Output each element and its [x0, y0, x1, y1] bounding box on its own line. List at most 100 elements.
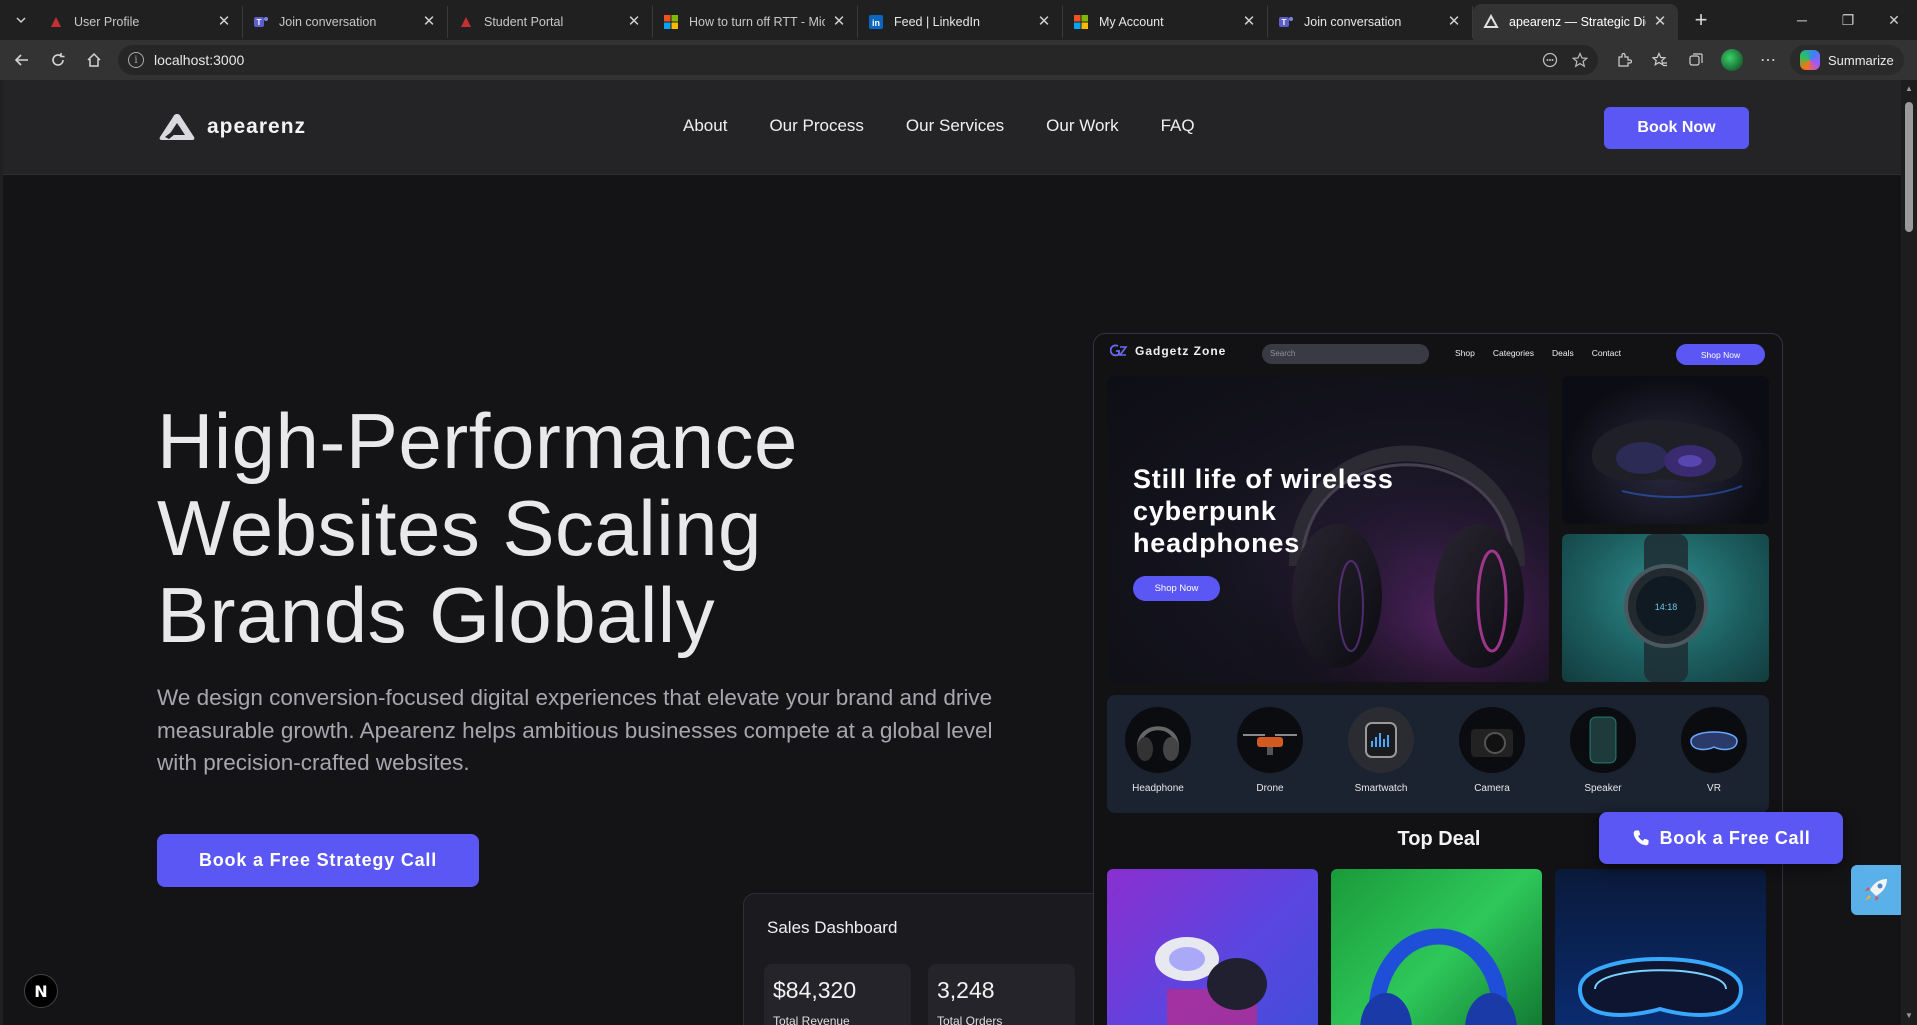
reading-mode-icon[interactable] — [1542, 52, 1558, 68]
stat-value: 3,248 — [937, 977, 995, 1003]
category-label: Speaker — [1584, 783, 1622, 794]
more-options-icon[interactable]: ⋯ — [1752, 44, 1784, 76]
back-button[interactable] — [4, 44, 40, 76]
category-label: Drone — [1256, 783, 1284, 794]
browser-tab-bar: User Profile ✕ T Join conversation ✕ Stu… — [0, 0, 1917, 40]
svg-text:T: T — [1282, 18, 1287, 27]
url-text: localhost:3000 — [154, 52, 245, 68]
stat-card: 3,248 Total Orders — [928, 964, 1075, 1025]
minimize-icon[interactable]: ─ — [1779, 0, 1825, 40]
browser-tab[interactable]: How to turn off RTT - Micros ✕ — [653, 6, 858, 38]
tab-label: User Profile — [74, 15, 140, 29]
nav-link-our-work[interactable]: Our Work — [1046, 116, 1118, 136]
category-item: VR — [1678, 707, 1750, 794]
tab-label: How to turn off RTT - Micros — [689, 15, 825, 29]
browser-tab[interactable]: in Feed | LinkedIn ✕ — [858, 6, 1063, 38]
green-headphones-deal-image — [1331, 869, 1542, 1025]
nav-link-about[interactable]: About — [683, 116, 727, 136]
mockup-categories: Headphone Drone Smartwatch Camera Speake… — [1107, 695, 1769, 813]
microsoft-icon — [1073, 14, 1089, 30]
close-tab-icon[interactable]: ✕ — [626, 14, 642, 30]
mockup-link: Deals — [1551, 348, 1574, 358]
phone-icon — [1633, 830, 1649, 846]
book-now-button[interactable]: Book Now — [1604, 107, 1749, 149]
category-label: Smartwatch — [1354, 783, 1408, 794]
summarize-button[interactable]: Summarize — [1790, 45, 1904, 75]
profile-avatar[interactable] — [1716, 44, 1748, 76]
browser-tab-active[interactable]: apearenz — Strategic Digital ✕ — [1473, 4, 1678, 40]
sales-dashboard-card: Sales Dashboard $84,320 Total Revenue 3,… — [743, 893, 1103, 1025]
nav-link-our-services[interactable]: Our Services — [906, 116, 1004, 136]
close-tab-icon[interactable]: ✕ — [1652, 14, 1668, 30]
smartwatch-image: 14:18 — [1562, 534, 1769, 682]
close-tab-icon[interactable]: ✕ — [831, 14, 847, 30]
new-tab-button[interactable]: + — [1684, 3, 1718, 37]
browser-tab[interactable]: User Profile ✕ — [38, 6, 243, 38]
browser-address-bar: i localhost:3000 ⋯ Summarize — [0, 40, 1917, 80]
category-item: Speaker — [1567, 707, 1639, 794]
mockup-logo: Gadgetz Zone — [1110, 344, 1226, 358]
page-viewport: apearenz About Our Process Our Services … — [3, 80, 1901, 1025]
browser-tab[interactable]: T Join conversation ✕ — [243, 6, 448, 38]
svg-text:14:18: 14:18 — [1655, 602, 1678, 612]
free-strategy-call-button[interactable]: Book a Free Strategy Call — [157, 834, 479, 887]
nextjs-dev-indicator[interactable]: N — [24, 974, 58, 1008]
browser-tab[interactable]: My Account ✕ — [1063, 6, 1268, 38]
home-button[interactable] — [76, 44, 112, 76]
reload-button[interactable] — [40, 44, 76, 76]
mockup-link: Contact — [1591, 348, 1621, 358]
tab-label: Join conversation — [279, 15, 377, 29]
favorite-star-icon[interactable] — [1572, 52, 1588, 68]
gadget-store-mockup: Gadgetz Zone Search Shop Categories Deal… — [1093, 333, 1783, 1025]
browser-tab[interactable]: Student Portal ✕ — [448, 6, 653, 38]
close-tab-icon[interactable]: ✕ — [421, 14, 437, 30]
mockup-shop-now-button: Shop Now — [1676, 344, 1765, 365]
main-nav: About Our Process Our Services Our Work … — [683, 116, 1195, 136]
page-scrollbar[interactable]: ▲ ▼ — [1901, 80, 1917, 1025]
headphone-icon — [1125, 707, 1191, 773]
browser-tab[interactable]: T Join conversation ✕ — [1268, 6, 1473, 38]
site-info-icon[interactable]: i — [128, 52, 144, 68]
hero-title: High-Performance Websites Scaling Brands… — [157, 398, 1057, 659]
hero-subtitle: We design conversion-focused digital exp… — [157, 685, 993, 775]
camera-icon — [1459, 707, 1525, 773]
back-arrow-icon — [14, 54, 28, 66]
mockup-search-input: Search — [1262, 344, 1429, 364]
mockup-hero-banner: Still life of wireless cyberpunk headpho… — [1107, 376, 1549, 682]
tab-label: Join conversation — [1304, 15, 1402, 29]
teams-icon: T — [1278, 14, 1294, 30]
stat-value: $84,320 — [773, 977, 857, 1003]
scroll-down-arrow-icon[interactable]: ▼ — [1904, 1011, 1914, 1021]
close-tab-icon[interactable]: ✕ — [1446, 14, 1462, 30]
hero-title-line: Websites Scaling — [157, 484, 762, 572]
linkedin-icon: in — [868, 14, 884, 30]
close-window-icon[interactable]: ✕ — [1871, 0, 1917, 40]
gz-logo-icon — [1110, 344, 1128, 357]
close-tab-icon[interactable]: ✕ — [216, 14, 232, 30]
book-free-call-button[interactable]: Book a Free Call — [1599, 812, 1843, 864]
close-tab-icon[interactable]: ✕ — [1241, 14, 1257, 30]
extensions-icon[interactable] — [1608, 44, 1640, 76]
scroll-up-arrow-icon[interactable]: ▲ — [1904, 84, 1914, 94]
url-field[interactable]: i localhost:3000 — [118, 45, 1598, 75]
smartwatch-icon — [1348, 707, 1414, 773]
dashboard-title: Sales Dashboard — [767, 918, 898, 937]
mockup-hero-title: Still life of wireless cyberpunk headpho… — [1133, 464, 1394, 558]
svg-text:T: T — [257, 18, 262, 27]
tab-actions-menu-button[interactable] — [4, 3, 38, 37]
category-label: VR — [1707, 783, 1721, 794]
tab-label: My Account — [1099, 15, 1164, 29]
home-icon — [87, 52, 101, 67]
favorites-icon[interactable] — [1644, 44, 1676, 76]
site-header: apearenz About Our Process Our Services … — [3, 80, 1901, 175]
close-tab-icon[interactable]: ✕ — [1036, 14, 1052, 30]
nav-link-our-process[interactable]: Our Process — [769, 116, 863, 136]
rocket-launch-button[interactable] — [1851, 865, 1901, 915]
scrollbar-thumb[interactable] — [1905, 102, 1913, 232]
category-label: Camera — [1474, 783, 1510, 794]
brand-logo[interactable]: apearenz — [157, 112, 306, 142]
nav-link-faq[interactable]: FAQ — [1161, 116, 1195, 136]
collections-icon[interactable] — [1680, 44, 1712, 76]
teams-icon: T — [253, 14, 269, 30]
restore-icon[interactable]: ❐ — [1825, 0, 1871, 40]
